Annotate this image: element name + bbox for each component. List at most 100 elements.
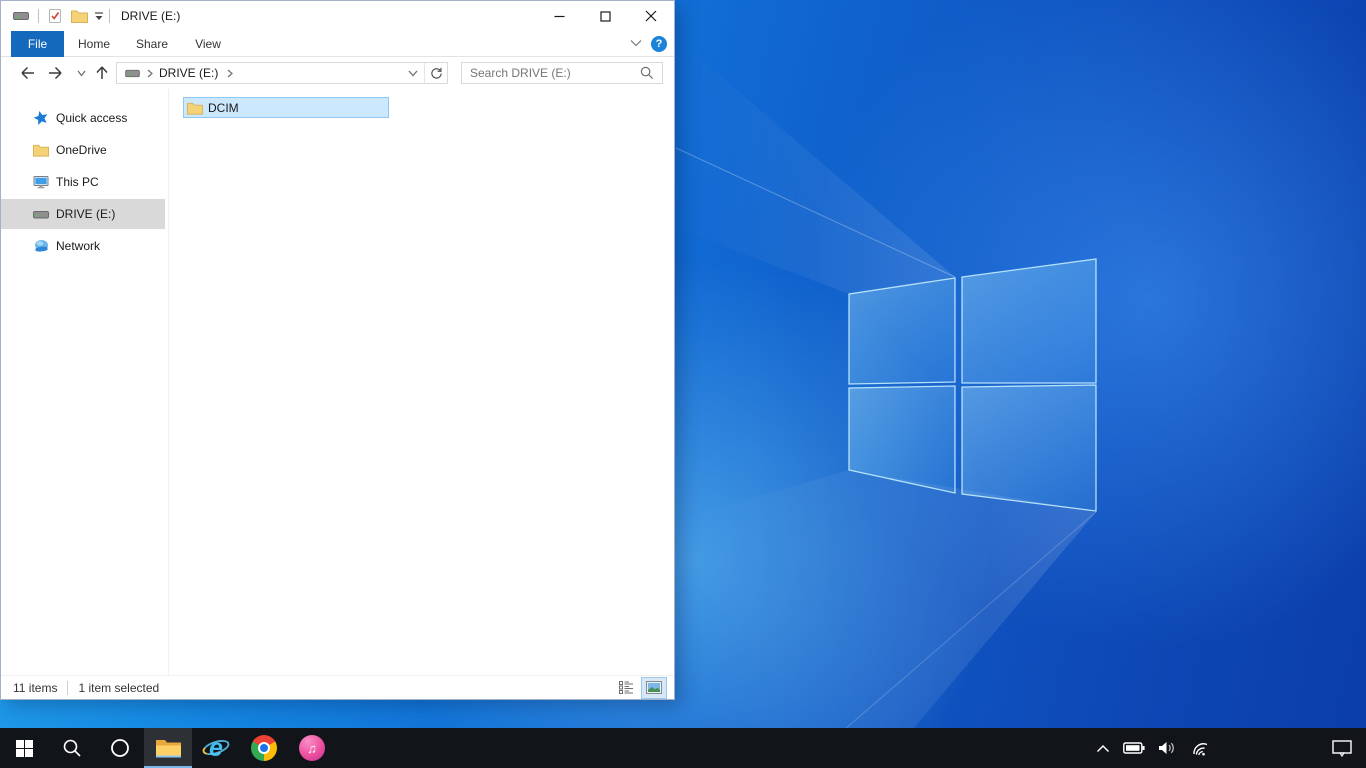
taskbar-search-button[interactable] (48, 728, 96, 768)
window-title: DRIVE (E:) (121, 9, 181, 23)
taskbar-internet-explorer-button[interactable]: e (192, 728, 240, 768)
sidebar-item-onedrive[interactable]: OneDrive (1, 135, 168, 165)
tab-home[interactable]: Home (71, 31, 117, 57)
view-switcher (614, 676, 667, 699)
sidebar-item-label: Network (56, 239, 101, 253)
maximize-icon (599, 10, 611, 22)
battery-icon[interactable] (1123, 742, 1145, 754)
search-box[interactable] (461, 62, 663, 84)
refresh-button[interactable] (425, 63, 447, 83)
items-count: 11 items (13, 680, 58, 695)
chevron-down-icon (408, 70, 418, 76)
separator (38, 9, 39, 23)
expand-ribbon-chevron-icon[interactable] (630, 39, 642, 47)
cortana-button[interactable] (96, 728, 144, 768)
close-icon (645, 10, 657, 22)
file-explorer-icon (155, 740, 181, 758)
drive-icon (13, 12, 29, 20)
chrome-icon (251, 735, 277, 761)
maximize-button[interactable] (582, 1, 628, 31)
tab-share[interactable]: Share (127, 31, 177, 57)
start-button[interactable] (0, 728, 48, 768)
sidebar-item-label: OneDrive (56, 143, 107, 157)
light-beam-upper (676, 38, 955, 294)
tab-file[interactable]: File (11, 31, 64, 57)
search-icon[interactable] (640, 66, 654, 80)
folder-icon (33, 144, 49, 157)
sidebar-item-network[interactable]: Network (1, 231, 168, 261)
file-explorer-window: DRIVE (E:) File Home Share View ? DRIVE … (0, 0, 675, 700)
close-button[interactable] (628, 1, 674, 31)
window-controls (536, 1, 674, 31)
monitor-icon (33, 176, 49, 189)
recent-locations-chevron-icon[interactable] (77, 70, 86, 77)
music-note-glyph: ♫ (307, 740, 317, 756)
notifications-icon (1332, 739, 1352, 757)
internet-explorer-icon: e (200, 735, 232, 761)
folder-icon (187, 102, 203, 115)
refresh-icon (430, 67, 442, 79)
sidebar-item-label: This PC (56, 175, 99, 189)
light-beam-lower (676, 470, 1096, 768)
file-item-name: DCIM (208, 100, 239, 115)
help-button[interactable]: ? (651, 36, 667, 52)
windows-logo-icon (848, 258, 1097, 512)
taskbar-chrome-button[interactable] (240, 728, 288, 768)
tab-view[interactable]: View (185, 31, 231, 57)
tab-file-label: File (27, 37, 48, 51)
minimize-icon (554, 15, 564, 17)
details-view-icon (618, 681, 633, 694)
windows-logo-icon (15, 739, 33, 757)
title-bar[interactable]: DRIVE (E:) (1, 1, 674, 31)
taskbar-itunes-button[interactable]: ♫ (288, 728, 336, 768)
action-center-button[interactable] (1332, 728, 1352, 768)
address-bar[interactable]: DRIVE (E:) (116, 62, 448, 84)
drive-icon (125, 69, 140, 77)
address-dropdown-button[interactable] (402, 63, 424, 83)
window-body: Quick access OneDrive This PC DRIVE (E:)… (1, 89, 674, 675)
sidebar-item-label: Quick access (56, 111, 128, 125)
itunes-icon: ♫ (299, 735, 325, 761)
tab-home-label: Home (77, 37, 110, 51)
help-icon: ? (655, 38, 663, 50)
sidebar-item-drive-e[interactable]: DRIVE (E:) (1, 199, 165, 229)
back-icon[interactable] (19, 65, 36, 81)
up-icon[interactable] (94, 65, 110, 81)
thumbnails-view-button[interactable] (641, 676, 667, 699)
new-folder-icon[interactable] (71, 9, 88, 23)
navigation-pane: Quick access OneDrive This PC DRIVE (E:)… (1, 89, 169, 675)
volume-icon[interactable] (1158, 741, 1178, 755)
search-input[interactable] (462, 63, 640, 83)
status-bar: 11 items 1 item selected (1, 675, 674, 699)
breadcrumb-chevron-icon[interactable] (227, 69, 234, 78)
network-icon (35, 240, 48, 252)
hidden-icons-chevron-icon[interactable] (1096, 744, 1110, 753)
file-item-dcim[interactable]: DCIM (183, 97, 389, 118)
selection-count: 1 item selected (78, 680, 160, 695)
sidebar-item-label: DRIVE (E:) (56, 207, 116, 221)
sidebar-item-this-pc[interactable]: This PC (1, 167, 168, 197)
search-icon (63, 739, 81, 757)
taskbar-file-explorer-button[interactable] (144, 728, 192, 768)
system-tray (1096, 728, 1210, 768)
drive-icon (33, 211, 49, 219)
tab-share-label: Share (135, 37, 169, 51)
details-view-button[interactable] (614, 678, 638, 698)
separator (67, 680, 69, 695)
ribbon-tabs: File Home Share View ? (1, 31, 674, 57)
file-list[interactable]: DCIM (169, 89, 674, 675)
sidebar-item-quick-access[interactable]: Quick access (1, 103, 168, 133)
minimize-button[interactable] (536, 1, 582, 31)
taskbar: e ♫ (0, 728, 1366, 768)
thumbnails-view-icon (646, 681, 662, 694)
wifi-icon[interactable] (1191, 741, 1210, 756)
separator (109, 9, 110, 23)
properties-icon[interactable] (47, 8, 63, 24)
forward-icon[interactable] (47, 65, 64, 81)
customize-quick-access-icon[interactable] (94, 12, 104, 21)
breadcrumb-chevron-icon[interactable] (147, 69, 153, 78)
star-icon (33, 111, 48, 125)
cortana-icon (111, 739, 129, 757)
breadcrumb-segment[interactable]: DRIVE (E:) (159, 66, 218, 80)
navigation-bar: DRIVE (E:) (1, 57, 674, 89)
